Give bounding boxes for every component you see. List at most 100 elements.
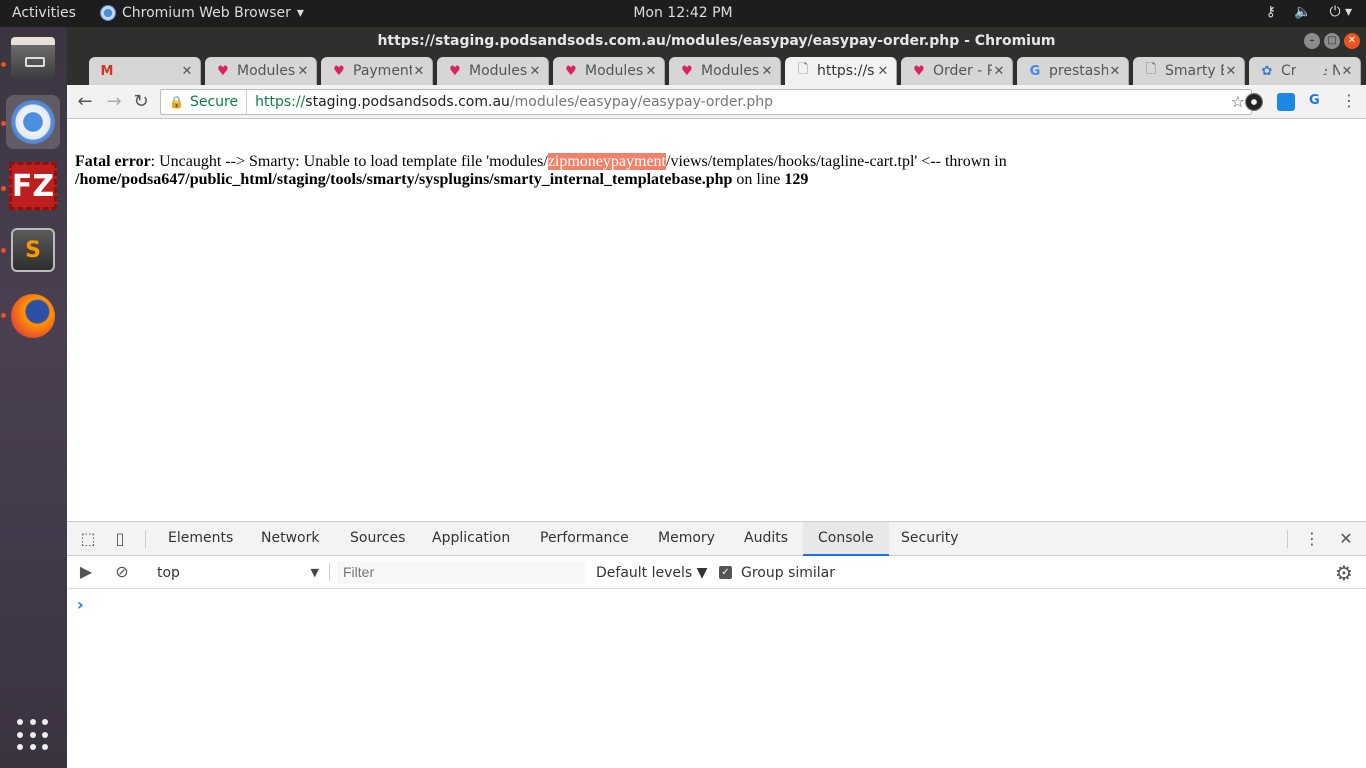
- devtools-tabbar: ⬚ ▯ Elements Network Sources Application Per…: [67, 522, 1366, 556]
- tab-close-icon[interactable]: ✕: [180, 64, 194, 79]
- console-output[interactable]: ›: [67, 589, 1366, 768]
- tab-close-icon[interactable]: ✕: [412, 64, 426, 79]
- forward-button[interactable]: →: [103, 91, 125, 113]
- gnome-top-bar: Activities Chromium Web Browser ▾ Mon 12…: [0, 0, 1366, 27]
- volume-icon[interactable]: 🔈: [1294, 4, 1311, 20]
- tab-label: Payment: [353, 63, 412, 79]
- launcher-firefox[interactable]: [6, 289, 60, 343]
- network-icon[interactable]: ⚷: [1266, 4, 1276, 20]
- clock[interactable]: Mon 12:42 PM: [633, 5, 732, 21]
- url-host: staging.podsandsods.com.au: [305, 94, 510, 110]
- url-path: /modules/easypay/easypay-order.php: [509, 94, 774, 110]
- clear-console-icon[interactable]: ⊘: [113, 563, 131, 581]
- tab-label: Modules: [701, 63, 760, 79]
- window-titlebar[interactable]: https://staging.podsandsods.com.au/modul…: [67, 27, 1366, 55]
- tab-close-icon[interactable]: ✕: [1224, 64, 1238, 79]
- heart-favicon-icon: ♥: [217, 63, 229, 79]
- error-file: /home/podsa647/public_html/staging/tools…: [75, 171, 733, 188]
- heart-favicon-icon: ♥: [449, 63, 461, 79]
- device-toolbar-icon[interactable]: ▯: [111, 530, 129, 548]
- sublime-text-icon: S: [11, 228, 55, 272]
- power-icon[interactable]: ⏻ ▾: [1329, 4, 1352, 20]
- maximize-button[interactable]: □: [1324, 33, 1340, 49]
- devtools-tab-elements[interactable]: Elements: [153, 522, 248, 556]
- browser-tab[interactable]: ♥ Modules ✕: [437, 57, 549, 85]
- chrome-menu-icon[interactable]: ⋮: [1341, 91, 1357, 110]
- devtools-tab-audits[interactable]: Audits: [729, 522, 803, 556]
- launcher-dock: FZ S: [0, 27, 67, 768]
- log-levels-dropdown[interactable]: Default levels ▼: [596, 563, 707, 583]
- close-window-button[interactable]: ✕: [1344, 33, 1360, 49]
- app-menu[interactable]: Chromium Web Browser ▾: [100, 5, 304, 21]
- activities-button[interactable]: Activities: [12, 5, 76, 21]
- tab-close-icon[interactable]: ✕: [528, 64, 542, 79]
- new-tab-button[interactable]: [1291, 62, 1329, 79]
- console-prompt-icon: ›: [77, 595, 84, 614]
- tab-close-icon[interactable]: ✕: [644, 64, 658, 79]
- devtools-tab-network[interactable]: Network: [246, 522, 334, 556]
- browser-tab[interactable]: Gprestash ✕: [1017, 57, 1129, 85]
- show-applications-button[interactable]: [6, 708, 60, 762]
- tab-close-icon[interactable]: ✕: [296, 64, 310, 79]
- devtools-close-icon[interactable]: ✕: [1337, 530, 1355, 548]
- devtools-tab-console[interactable]: Console: [803, 522, 889, 556]
- devtools-menu-icon[interactable]: ⋮: [1303, 530, 1321, 548]
- lock-icon[interactable]: 🔒: [169, 90, 184, 114]
- browser-tab[interactable]: 🗋 https://s ✕: [785, 57, 897, 85]
- browser-tab[interactable]: ♥ Payment ✕: [321, 57, 433, 85]
- devtools-tab-application[interactable]: Application: [417, 522, 525, 556]
- browser-tab[interactable]: ♥ Order - P ✕: [901, 57, 1013, 85]
- extension-camera-icon[interactable]: [1245, 93, 1263, 111]
- console-settings-gear-icon[interactable]: ⚙: [1335, 561, 1353, 585]
- address-bar[interactable]: 🔒 Secure https://staging.podsandsods.com…: [160, 89, 1252, 115]
- launcher-files[interactable]: [6, 31, 60, 85]
- browser-tab[interactable]: ♥ Modules ✕: [669, 57, 781, 85]
- tab-label: Order - P: [933, 63, 992, 79]
- minimize-button[interactable]: –: [1304, 33, 1320, 49]
- group-similar-label[interactable]: Group similar: [741, 563, 835, 583]
- tab-close-icon[interactable]: ✕: [876, 64, 890, 79]
- group-similar-checkbox[interactable]: ✓: [719, 566, 732, 579]
- google-translate-icon[interactable]: G: [1309, 93, 1327, 111]
- back-button[interactable]: ←: [74, 91, 96, 113]
- tab-close-icon[interactable]: ✕: [1108, 64, 1122, 79]
- console-toolbar: ▶ ⊘ top ▼ Default levels ▼ ✓ Group simil…: [67, 556, 1366, 589]
- extension-blue-icon[interactable]: [1277, 93, 1295, 111]
- error-text-2: /views/templates/hooks/tagline-cart.tpl'…: [666, 153, 1007, 170]
- files-icon: [11, 37, 55, 79]
- devtools-tab-memory[interactable]: Memory: [643, 522, 730, 556]
- tab-label: prestash: [1049, 63, 1108, 79]
- devtools-tab-sources[interactable]: Sources: [335, 522, 420, 556]
- heart-favicon-icon: ♥: [333, 63, 345, 79]
- launcher-sublime[interactable]: S: [6, 223, 60, 277]
- devtools-tab-performance[interactable]: Performance: [525, 522, 644, 556]
- tab-close-icon[interactable]: ✕: [760, 64, 774, 79]
- firefox-icon: [11, 294, 55, 338]
- devtools-tab-security[interactable]: Security: [886, 522, 974, 556]
- context-selector[interactable]: top ▼: [149, 563, 319, 583]
- browser-tab[interactable]: ♥ Modules ✕: [553, 57, 665, 85]
- heart-favicon-icon: ♥: [681, 63, 693, 79]
- create-favicon-icon: ✿: [1261, 63, 1273, 79]
- console-filter-input[interactable]: [337, 561, 585, 584]
- tab-search-icon[interactable]: ▾: [1337, 61, 1344, 77]
- sidebar-toggle-icon[interactable]: ▶: [77, 563, 95, 581]
- browser-tab[interactable]: 🗋 Smarty E ✕: [1133, 57, 1245, 85]
- bookmark-star-icon[interactable]: ☆: [1231, 90, 1245, 114]
- error-highlight: zipmoneypayment: [547, 153, 666, 170]
- secure-label[interactable]: Secure: [190, 90, 248, 114]
- launcher-filezilla[interactable]: FZ: [6, 159, 60, 213]
- tab-label: Modules: [585, 63, 644, 79]
- chromium-icon: [11, 100, 55, 144]
- inspect-element-icon[interactable]: ⬚: [79, 530, 97, 548]
- browser-tab[interactable]: ♥ Modules ✕: [205, 57, 317, 85]
- chromium-icon: [100, 5, 116, 21]
- system-tray[interactable]: ⚷ 🔈 ⏻ ▾: [1266, 4, 1352, 20]
- reload-button[interactable]: ↻: [130, 91, 152, 113]
- tab-close-icon[interactable]: ✕: [992, 64, 1006, 79]
- chromium-window: https://staging.podsandsods.com.au/modul…: [67, 27, 1366, 768]
- browser-tab[interactable]: M ✕: [89, 57, 201, 85]
- heart-favicon-icon: ♥: [565, 63, 577, 79]
- launcher-chromium[interactable]: [6, 95, 60, 149]
- chevron-down-icon: ▾: [296, 5, 304, 21]
